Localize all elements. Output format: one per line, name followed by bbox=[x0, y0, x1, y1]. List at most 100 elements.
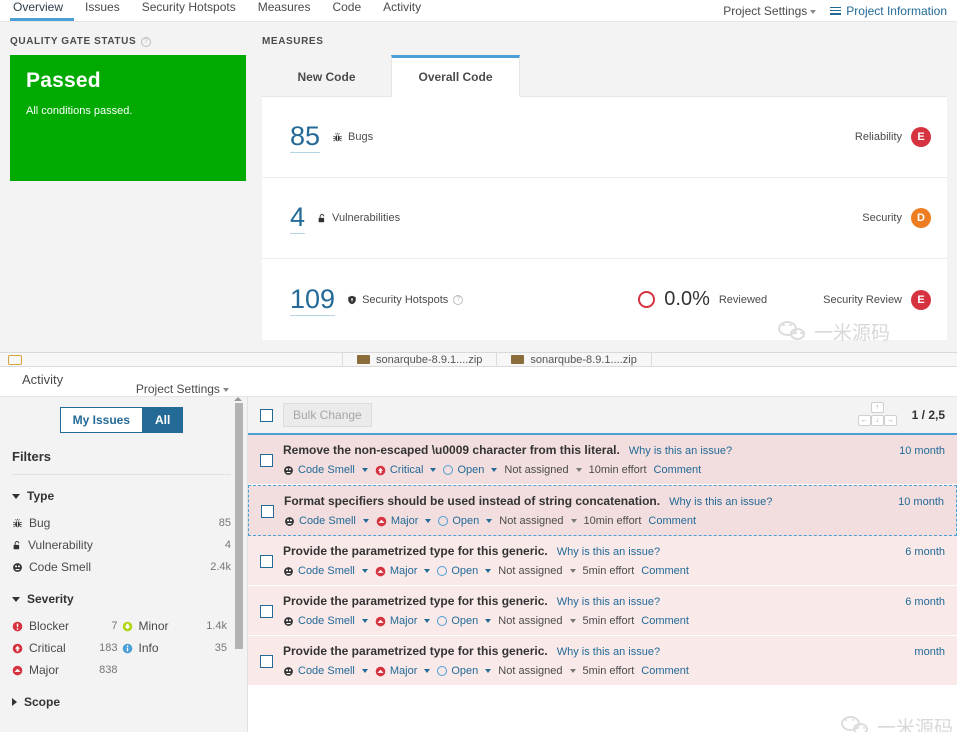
issue-type-selector[interactable]: Code Smell bbox=[283, 565, 368, 577]
nav-tab-activity[interactable]: Activity bbox=[10, 373, 136, 396]
issue-checkbox[interactable] bbox=[261, 505, 274, 518]
nav-tab-issues[interactable]: Issues bbox=[74, 0, 131, 21]
facet-header-severity[interactable]: Severity bbox=[12, 592, 231, 606]
issue-type-selector[interactable]: Code Smell bbox=[284, 515, 369, 527]
facet-item-critical[interactable]: Critical 183 bbox=[12, 637, 122, 659]
project-settings-menu[interactable]: Project Settings bbox=[136, 382, 229, 396]
security-hotspots-count[interactable]: 109 bbox=[290, 284, 336, 316]
reliability-rating-badge[interactable]: E bbox=[911, 127, 931, 147]
toggle-all-issues[interactable]: All bbox=[142, 407, 184, 433]
issue-meta-row: Code Smell Major Open bbox=[284, 515, 944, 527]
facet-item-info[interactable]: Info 35 bbox=[122, 637, 232, 659]
issue-severity-selector[interactable]: Major bbox=[376, 515, 432, 527]
facet-item-minor[interactable]: Minor 1.4k bbox=[122, 615, 232, 637]
select-all-checkbox[interactable] bbox=[260, 408, 273, 422]
issue-content: Remove the non-escaped \u0009 character … bbox=[283, 443, 945, 476]
issue-title[interactable]: Remove the non-escaped \u0009 character … bbox=[283, 443, 620, 457]
issue-title[interactable]: Provide the parametrized type for this g… bbox=[283, 594, 548, 608]
issue-severity-selector[interactable]: Critical bbox=[375, 464, 437, 476]
issue-severity-selector[interactable]: Major bbox=[375, 565, 431, 577]
facet-header-scope[interactable]: Scope bbox=[12, 695, 231, 709]
facet-header-type[interactable]: Type bbox=[12, 489, 231, 503]
issue-age[interactable]: 10 month bbox=[888, 496, 944, 508]
issue-severity-selector[interactable]: Major bbox=[375, 665, 431, 677]
issue-header: Provide the parametrized type for this g… bbox=[283, 544, 945, 558]
issue-age[interactable]: 10 month bbox=[889, 445, 945, 457]
project-settings-menu[interactable]: Project Settings bbox=[723, 4, 817, 18]
issue-checkbox[interactable] bbox=[260, 655, 273, 668]
issue-assignee-selector[interactable]: Not assigned bbox=[498, 565, 576, 577]
issue-comment-button[interactable]: Comment bbox=[641, 665, 689, 677]
overview-top-navigation: Overview Issues Security Hotspots Measur… bbox=[0, 0, 957, 22]
vulnerabilities-count[interactable]: 4 bbox=[290, 202, 306, 234]
keyboard-shortcuts-icon[interactable]: ↑ ← ↓ → bbox=[857, 402, 898, 428]
tab-new-code[interactable]: New Code bbox=[262, 55, 391, 97]
issue-row[interactable]: Provide the parametrized type for this g… bbox=[248, 636, 957, 686]
issue-assignee-selector[interactable]: Not assigned bbox=[498, 665, 576, 677]
security-review-rating-group: Security Review E bbox=[823, 289, 931, 310]
facet-item-blocker[interactable]: Blocker 7 bbox=[12, 615, 122, 637]
issue-title[interactable]: Provide the parametrized type for this g… bbox=[283, 544, 548, 558]
issue-checkbox[interactable] bbox=[260, 605, 273, 618]
why-is-this-an-issue-link[interactable]: Why is this an issue? bbox=[669, 496, 772, 508]
issue-row[interactable]: Provide the parametrized type for this g… bbox=[248, 536, 957, 586]
issue-age[interactable]: month bbox=[904, 646, 945, 658]
sidebar-scrollbar-thumb[interactable] bbox=[235, 403, 243, 649]
help-icon[interactable]: ? bbox=[453, 294, 464, 305]
issue-title[interactable]: Format specifiers should be used instead… bbox=[284, 494, 660, 508]
issue-severity-selector[interactable]: Major bbox=[375, 615, 431, 627]
bugs-count[interactable]: 85 bbox=[290, 121, 321, 153]
issue-row[interactable]: Remove the non-escaped \u0009 character … bbox=[248, 435, 957, 485]
issue-meta-row: Code Smell Major Open bbox=[283, 665, 945, 677]
project-information-link[interactable]: Project Information bbox=[830, 4, 947, 18]
why-is-this-an-issue-link[interactable]: Why is this an issue? bbox=[557, 596, 660, 608]
security-rating-badge[interactable]: D bbox=[911, 208, 931, 228]
chevron-down-icon bbox=[485, 619, 492, 623]
nav-tab-security-hotspots[interactable]: Security Hotspots bbox=[131, 0, 247, 21]
issue-age[interactable]: 6 month bbox=[895, 596, 945, 608]
facet-item-code-smell[interactable]: Code Smell 2.4k bbox=[12, 556, 231, 578]
download-item[interactable]: sonarqube-8.9.1....zip bbox=[342, 353, 496, 366]
issue-title[interactable]: Provide the parametrized type for this g… bbox=[283, 644, 548, 658]
issue-type-selector[interactable]: Code Smell bbox=[283, 665, 368, 677]
issue-type-selector[interactable]: Code Smell bbox=[283, 615, 368, 627]
nav-tab-activity[interactable]: Activity bbox=[372, 0, 432, 21]
issue-assignee-selector[interactable]: Not assigned bbox=[499, 515, 577, 527]
issue-checkbox[interactable] bbox=[260, 454, 273, 467]
why-is-this-an-issue-link[interactable]: Why is this an issue? bbox=[629, 445, 732, 457]
why-is-this-an-issue-link[interactable]: Why is this an issue? bbox=[557, 546, 660, 558]
facet-item-vulnerability[interactable]: Vulnerability 4 bbox=[12, 534, 231, 556]
issue-age[interactable]: 6 month bbox=[895, 546, 945, 558]
issue-status-selector[interactable]: Open bbox=[443, 464, 498, 476]
toggle-my-issues[interactable]: My Issues bbox=[59, 407, 143, 433]
security-review-rating-badge[interactable]: E bbox=[911, 289, 931, 310]
facet-item-bug[interactable]: Bug 85 bbox=[12, 512, 231, 534]
why-is-this-an-issue-link[interactable]: Why is this an issue? bbox=[557, 646, 660, 658]
issue-status-selector[interactable]: Open bbox=[437, 565, 492, 577]
issue-status-selector[interactable]: Open bbox=[438, 515, 493, 527]
issue-row[interactable]: Format specifiers should be used instead… bbox=[248, 485, 957, 536]
help-icon[interactable]: ? bbox=[141, 36, 152, 47]
scrollbar-up-arrow[interactable] bbox=[234, 397, 242, 401]
issue-type-selector[interactable]: Code Smell bbox=[283, 464, 368, 476]
issue-comment-button[interactable]: Comment bbox=[641, 615, 689, 627]
issue-assignee-selector[interactable]: Not assigned bbox=[504, 464, 582, 476]
tab-overall-code[interactable]: Overall Code bbox=[391, 55, 520, 97]
issue-assignee-selector[interactable]: Not assigned bbox=[498, 615, 576, 627]
issue-comment-button[interactable]: Comment bbox=[648, 515, 696, 527]
nav-tab-overview[interactable]: Overview bbox=[10, 0, 75, 21]
bulk-change-button[interactable]: Bulk Change bbox=[283, 403, 372, 427]
issue-type-label: Code Smell bbox=[299, 515, 356, 527]
project-settings-label: Project Settings bbox=[135, 382, 220, 396]
facet-item-major[interactable]: Major 838 bbox=[12, 659, 122, 681]
issue-row[interactable]: Provide the parametrized type for this g… bbox=[248, 586, 957, 636]
issue-status-selector[interactable]: Open bbox=[437, 665, 492, 677]
download-item[interactable]: sonarqube-8.9.1....zip bbox=[496, 353, 650, 366]
issue-comment-button[interactable]: Comment bbox=[654, 464, 702, 476]
issue-comment-button[interactable]: Comment bbox=[641, 565, 689, 577]
issue-checkbox[interactable] bbox=[260, 555, 273, 568]
issue-status-selector[interactable]: Open bbox=[437, 615, 492, 627]
facet-item-vulnerability-count: 4 bbox=[224, 539, 231, 551]
nav-tab-code[interactable]: Code bbox=[321, 0, 372, 21]
nav-tab-measures[interactable]: Measures bbox=[247, 0, 322, 21]
